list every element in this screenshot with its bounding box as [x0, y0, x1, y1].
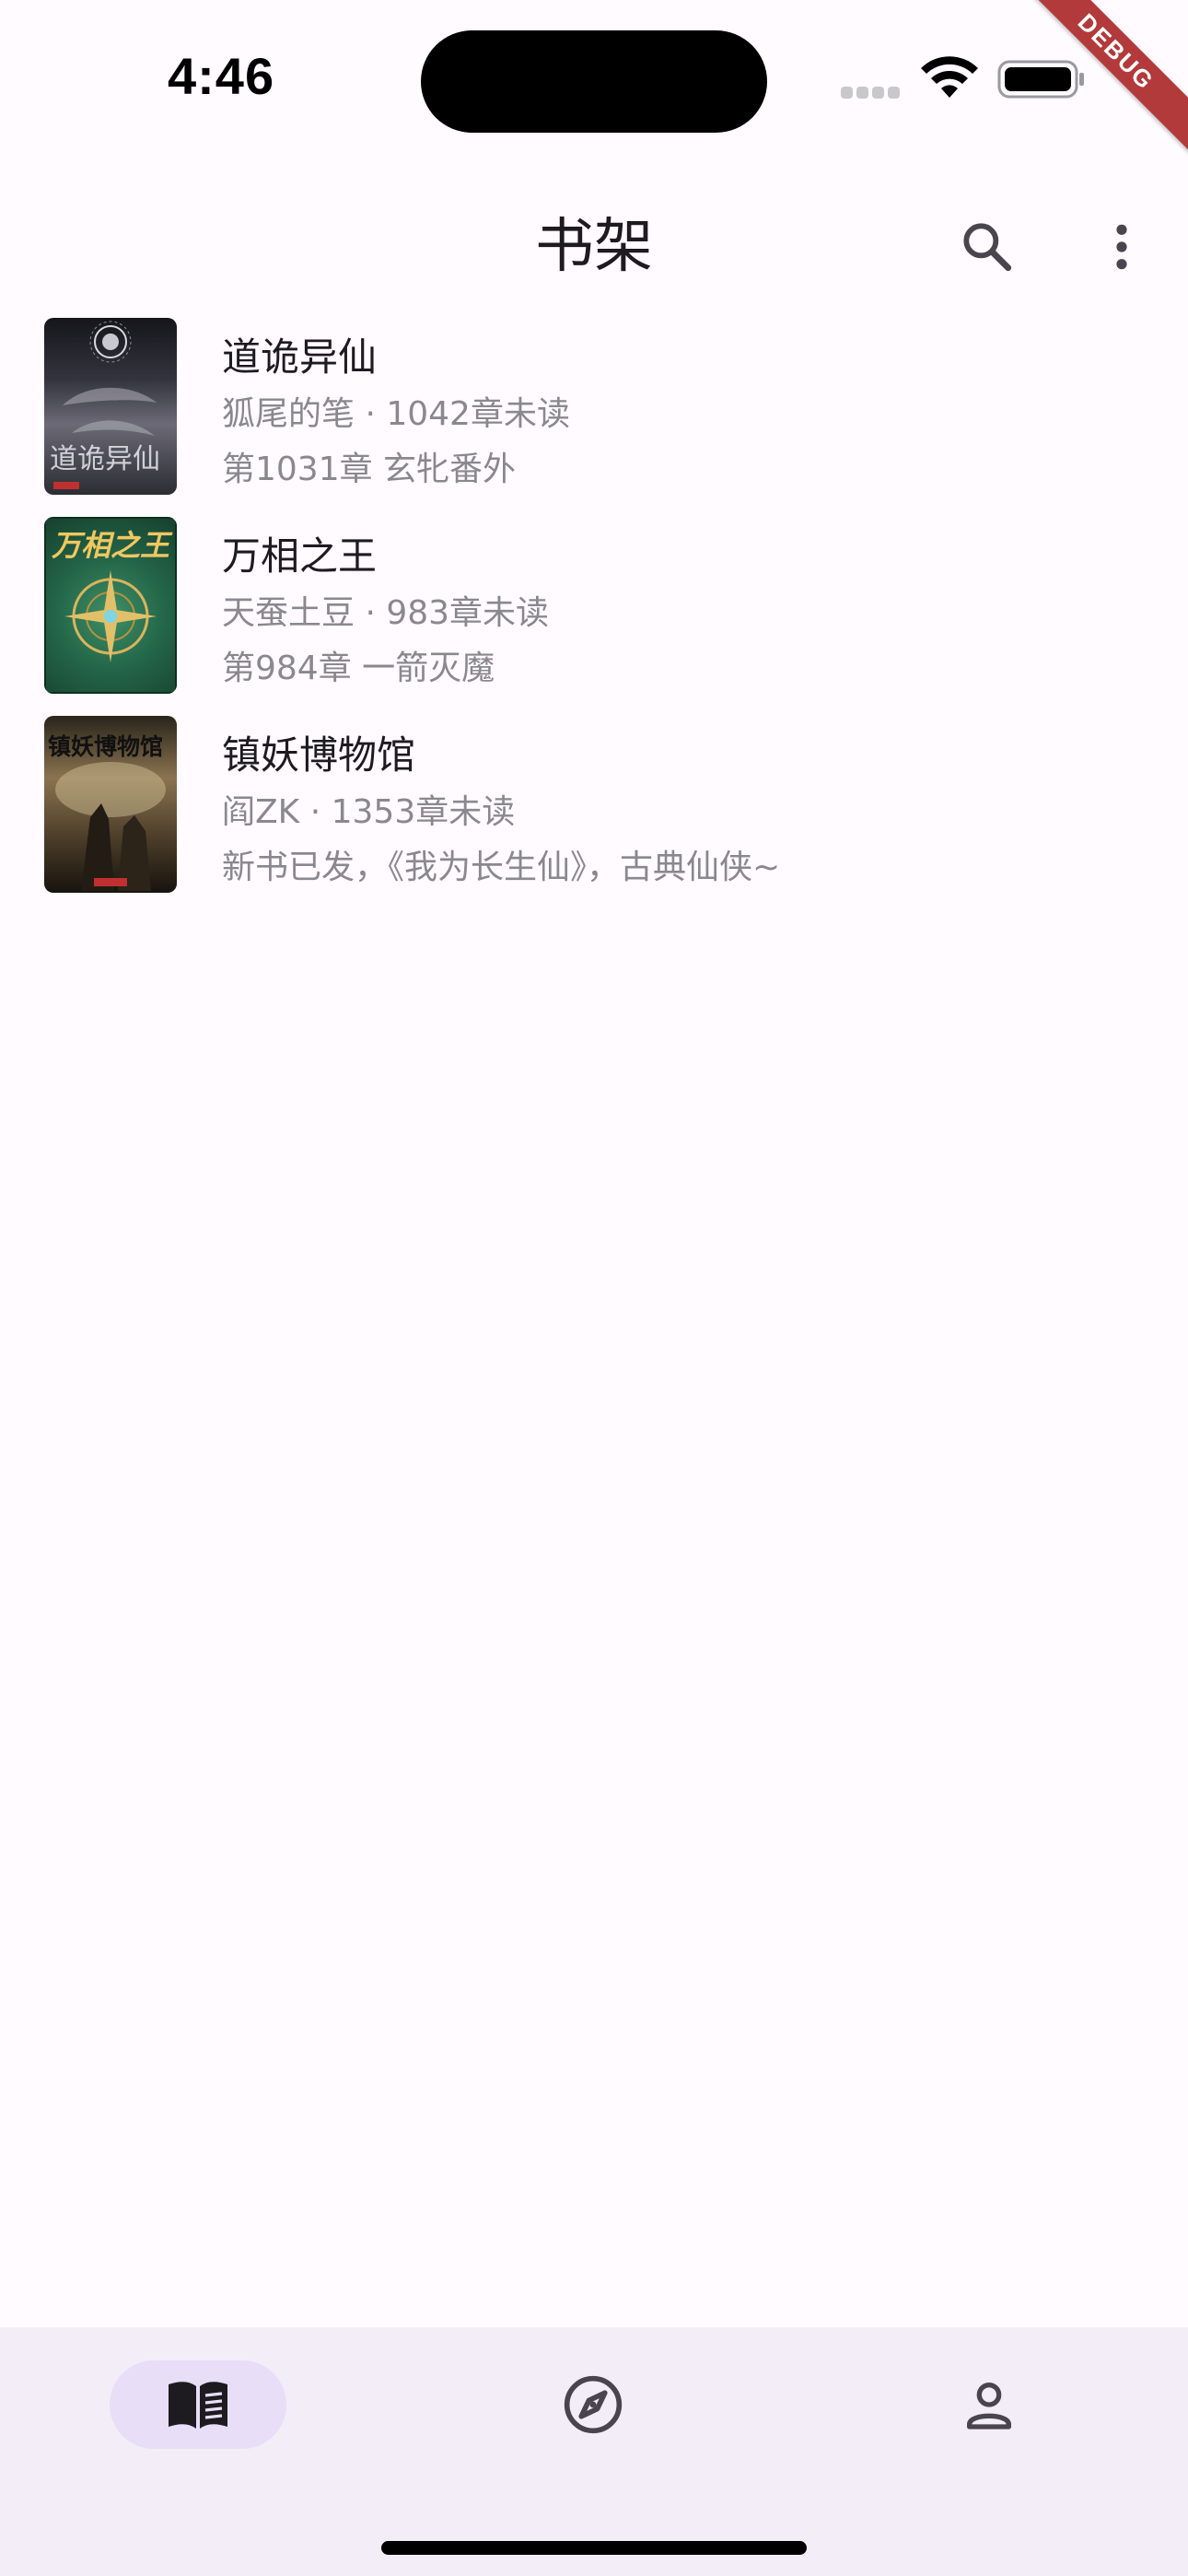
book-latest-chapter: 第984章 一箭灭魔	[222, 650, 495, 687]
nav-tab-explore[interactable]	[505, 2360, 681, 2449]
book-item-wanxiangzhiwang[interactable]: 万相之王 万相之王 天蚕土豆 · 983章未读 第984章 一箭灭魔	[0, 512, 1188, 711]
book-cover: 万相之王	[44, 517, 177, 694]
book-item-zhenyaobowuguan[interactable]: 镇妖博物馆 镇妖博物馆 阎ZK · 1353章未读 新书已发，《我为长生仙》，古…	[0, 711, 1188, 910]
book-meta: 狐尾的笔 · 1042章未读	[222, 395, 570, 433]
book-meta: 阎ZK · 1353章未读	[222, 793, 516, 831]
book-meta: 天蚕土豆 · 983章未读	[222, 594, 550, 632]
wifi-icon	[921, 56, 978, 98]
book-title: 万相之王	[222, 533, 378, 579]
book-title: 道诡异仙	[222, 334, 378, 380]
book-latest-chapter: 第1031章 玄牝番外	[222, 451, 517, 488]
cover-title: 万相之王	[52, 528, 170, 563]
nav-tab-profile[interactable]	[901, 2360, 1077, 2449]
cover-title: 道诡异仙	[50, 443, 160, 475]
cellular-signal-icon	[841, 85, 905, 100]
bookshelf-screen: 4:46 DEBUG 书架 道诡异仙 道诡异仙 狐尾的笔 · 1042章未读 第…	[0, 0, 1188, 2576]
book-item-daoguiyixian[interactable]: 道诡异仙 道诡异仙 狐尾的笔 · 1042章未读 第1031章 玄牝番外	[0, 313, 1188, 512]
battery-icon	[997, 60, 1084, 99]
person-icon	[967, 2383, 1011, 2430]
book-cover: 镇妖博物馆	[44, 716, 177, 893]
cover-title: 镇妖博物馆	[48, 733, 164, 760]
book-title: 镇妖博物馆	[222, 732, 416, 778]
app-bar: 书架	[0, 157, 1188, 322]
status-bar: 4:46	[0, 0, 1188, 157]
more-options-button[interactable]	[1077, 203, 1166, 291]
status-time: 4:46	[168, 47, 275, 105]
home-indicator[interactable]	[381, 2541, 807, 2555]
book-cover: 道诡异仙	[44, 318, 177, 495]
nav-tab-bookshelf[interactable]	[110, 2360, 286, 2449]
compass-icon	[564, 2375, 623, 2434]
book-latest-chapter: 新书已发，《我为长生仙》，古典仙侠~	[222, 849, 781, 886]
search-button[interactable]	[943, 203, 1031, 291]
search-icon	[963, 223, 1012, 272]
bottom-navigation-bar	[0, 2327, 1188, 2576]
more-vert-icon	[1116, 224, 1127, 270]
dynamic-island	[421, 30, 767, 133]
book-icon	[169, 2382, 227, 2429]
